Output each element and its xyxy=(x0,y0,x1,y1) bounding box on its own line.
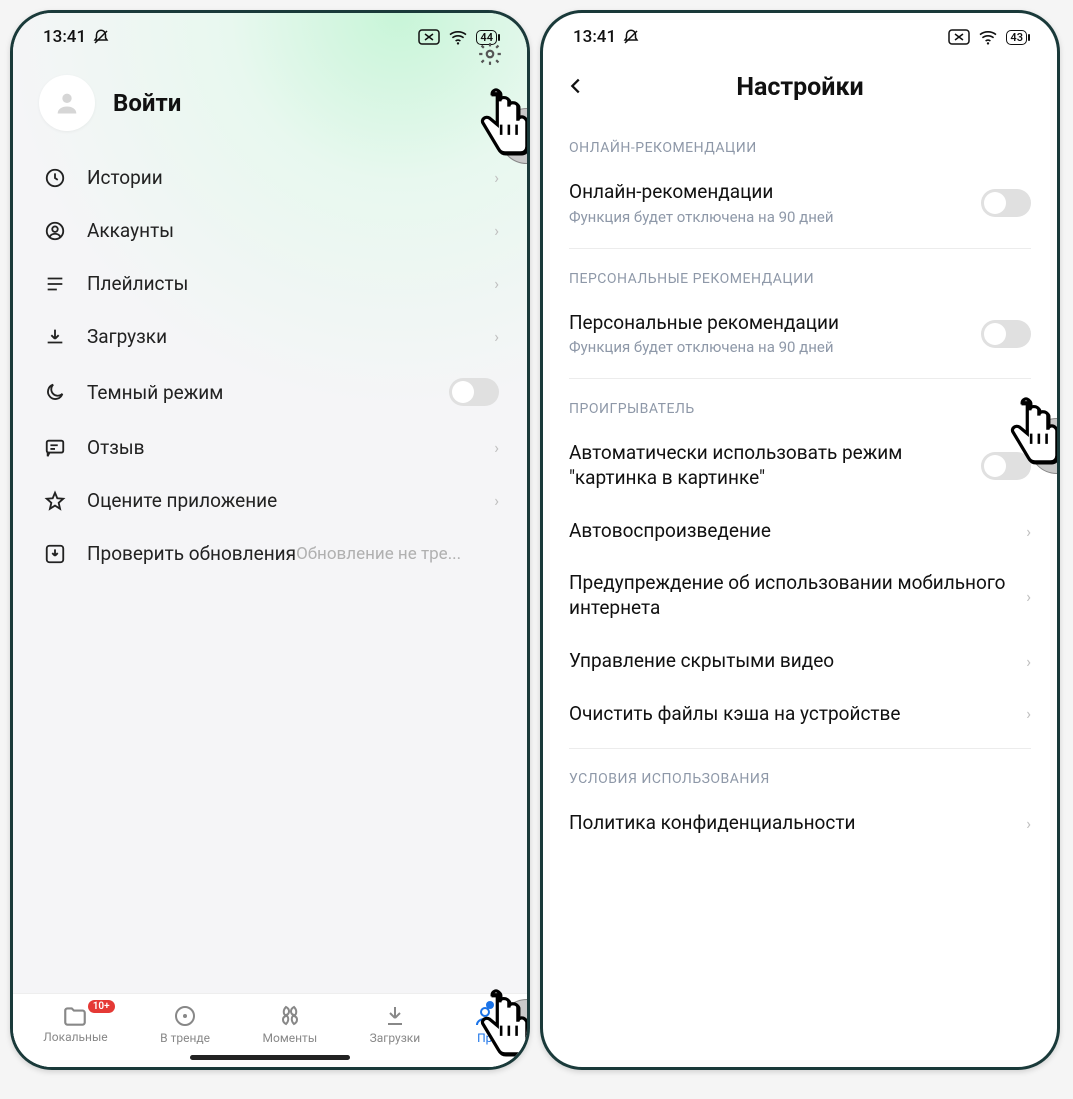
menu-darkmode[interactable]: Темный режим xyxy=(27,363,513,421)
profile-menu: Истории › Аккаунты › Плейлисты › Загрузк… xyxy=(13,143,527,588)
login-label: Войти xyxy=(113,89,181,117)
menu-downloads[interactable]: Загрузки › xyxy=(27,310,513,363)
download-icon xyxy=(41,326,69,348)
setting-autoplay[interactable]: Автовоспроизведение › xyxy=(543,505,1057,558)
nav-downloads[interactable]: Загрузки xyxy=(370,1004,421,1045)
update-icon xyxy=(41,543,69,565)
home-indicator xyxy=(190,1055,350,1060)
status-bar: 13:41 43 xyxy=(543,13,1057,53)
section-header-personal: ПЕРСОНАЛЬНЫЕ РЕКОМЕНДАЦИИ xyxy=(543,249,1057,297)
menu-updates[interactable]: Проверить обновления Обновление не тре..… xyxy=(27,527,513,580)
nav-trending[interactable]: В тренде xyxy=(160,1004,210,1045)
settings-button[interactable] xyxy=(477,41,503,71)
chevron-right-icon: › xyxy=(1026,587,1031,606)
chevron-right-icon: › xyxy=(494,438,499,457)
dnd-icon xyxy=(622,28,640,46)
chevron-right-icon: › xyxy=(494,327,499,346)
status-time: 13:41 xyxy=(43,27,86,47)
nav-label: В тренде xyxy=(160,1031,210,1045)
chevron-right-icon: › xyxy=(494,491,499,510)
chevron-right-icon: › xyxy=(1026,522,1031,541)
setting-title: Автовоспроизведение xyxy=(569,519,1014,544)
setting-title: Предупреждение об использовании мобильно… xyxy=(569,571,1014,620)
status-bar: 13:41 44 xyxy=(13,13,527,53)
section-header-online: ОНЛАЙН-РЕКОМЕНДАЦИИ xyxy=(543,118,1057,166)
menu-label: Аккаунты xyxy=(87,219,494,242)
menu-label: Оцените приложение xyxy=(87,489,494,512)
menu-accounts[interactable]: Аккаунты › xyxy=(27,204,513,257)
section-header-player: ПРОИГРЫВАТЕЛЬ xyxy=(543,379,1057,427)
user-icon xyxy=(41,220,69,242)
star-icon xyxy=(41,490,69,512)
setting-personal-recs[interactable]: Персональные рекомендации Функция будет … xyxy=(543,297,1057,371)
setting-pip[interactable]: Автоматически использовать режим "картин… xyxy=(543,427,1057,504)
battery-level: 43 xyxy=(1010,31,1023,44)
pip-toggle[interactable] xyxy=(981,452,1031,480)
menu-history[interactable]: Истории › xyxy=(27,151,513,204)
list-icon xyxy=(41,273,69,295)
menu-label: Загрузки xyxy=(87,325,494,348)
online-recs-toggle[interactable] xyxy=(981,189,1031,217)
chevron-right-icon: › xyxy=(1026,814,1031,833)
status-time: 13:41 xyxy=(573,27,616,47)
setting-title: Политика конфиденциальности xyxy=(569,811,1014,836)
wifi-icon xyxy=(448,29,468,45)
chevron-right-icon: › xyxy=(494,168,499,187)
nav-badge: 10+ xyxy=(88,1000,115,1013)
menu-playlists[interactable]: Плейлисты › xyxy=(27,257,513,310)
avatar xyxy=(39,75,95,131)
moon-icon xyxy=(41,381,69,403)
menu-sublabel: Обновление не тре... xyxy=(296,544,461,564)
nosim-icon xyxy=(948,29,970,45)
profile-header: Войти xyxy=(13,53,527,143)
setting-title: Персональные рекомендации xyxy=(569,311,969,336)
nav-label: Загрузки xyxy=(370,1031,421,1045)
chevron-right-icon: › xyxy=(494,274,499,293)
dnd-icon xyxy=(92,28,110,46)
chevron-right-icon: › xyxy=(1026,704,1031,723)
phone-settings-screen: 13:41 43 Наст xyxy=(540,10,1060,1070)
setting-clear-cache[interactable]: Очистить файлы кэша на устройстве › xyxy=(543,688,1057,741)
setting-subtitle: Функция будет отключена на 90 дней xyxy=(569,338,969,356)
nav-moments[interactable]: Моменты xyxy=(263,1004,318,1045)
settings-header: Настройки xyxy=(543,53,1057,118)
login-row[interactable]: Войти xyxy=(39,75,181,131)
setting-privacy[interactable]: Политика конфиденциальности › xyxy=(543,797,1057,842)
personal-recs-toggle[interactable] xyxy=(981,320,1031,348)
setting-title: Управление скрытыми видео xyxy=(569,649,1014,674)
nosim-icon xyxy=(418,29,440,45)
chat-icon xyxy=(41,437,69,459)
settings-title: Настройки xyxy=(736,73,863,102)
setting-mobile-warning[interactable]: Предупреждение об использовании мобильно… xyxy=(543,557,1057,634)
darkmode-toggle[interactable] xyxy=(449,378,499,406)
nav-local[interactable]: 10+ Локальные xyxy=(43,1005,107,1044)
section-header-terms: УСЛОВИЯ ИСПОЛЬЗОВАНИЯ xyxy=(543,749,1057,797)
menu-label: Плейлисты xyxy=(87,272,494,295)
setting-title: Онлайн-рекомендации xyxy=(569,180,969,205)
nav-label: Локальные xyxy=(43,1030,107,1044)
back-button[interactable] xyxy=(565,75,587,101)
menu-rate[interactable]: Оцените приложение › xyxy=(27,474,513,527)
setting-hidden-videos[interactable]: Управление скрытыми видео › xyxy=(543,635,1057,688)
menu-label: Проверить обновления xyxy=(87,542,296,565)
setting-subtitle: Функция будет отключена на 90 дней xyxy=(569,208,969,226)
chevron-right-icon: › xyxy=(494,221,499,240)
nav-profile[interactable]: Пр xyxy=(473,1004,497,1045)
wifi-icon xyxy=(978,29,998,45)
nav-label: Моменты xyxy=(263,1031,318,1045)
nav-dot xyxy=(486,1001,494,1009)
chevron-right-icon: › xyxy=(1026,652,1031,671)
setting-title: Автоматически использовать режим "картин… xyxy=(569,441,969,490)
menu-label: Отзыв xyxy=(87,436,494,459)
menu-feedback[interactable]: Отзыв › xyxy=(27,421,513,474)
setting-online-recs[interactable]: Онлайн-рекомендации Функция будет отключ… xyxy=(543,166,1057,240)
clock-icon xyxy=(41,167,69,189)
nav-label: Пр xyxy=(477,1031,492,1045)
setting-title: Очистить файлы кэша на устройстве xyxy=(569,702,1014,727)
battery-icon: 43 xyxy=(1006,30,1027,45)
menu-label: Истории xyxy=(87,166,494,189)
menu-label: Темный режим xyxy=(87,381,449,404)
phone-profile-screen: 13:41 44 xyxy=(10,10,530,1070)
